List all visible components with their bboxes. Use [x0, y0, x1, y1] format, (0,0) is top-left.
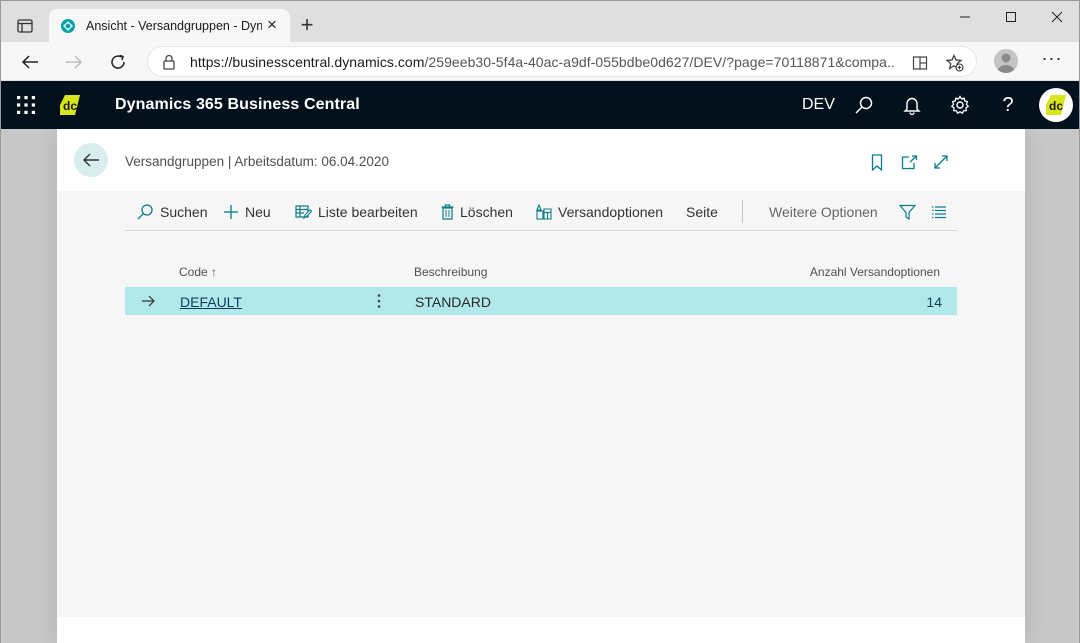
url-text: https://businesscentral.dynamics.com/259… — [190, 54, 896, 70]
search-button[interactable]: Suchen — [136, 203, 207, 221]
window-close-icon[interactable] — [1044, 7, 1070, 27]
more-options-label: Weitere Optionen — [769, 204, 878, 220]
immersive-reader-icon[interactable] — [910, 53, 930, 73]
favorite-add-icon[interactable] — [945, 53, 965, 73]
cell-count[interactable]: 14 — [926, 294, 942, 310]
delete-button[interactable]: Löschen — [441, 203, 513, 221]
edit-list-icon — [295, 205, 312, 220]
back-nav-icon[interactable] — [18, 50, 42, 74]
delete-label: Löschen — [460, 204, 513, 220]
shipping-options-button[interactable]: Versandoptionen — [536, 203, 663, 221]
column-header-count[interactable]: Anzahl Versandoptionen — [810, 265, 940, 279]
page-footer — [57, 617, 1025, 643]
url-host: https://businesscentral.dynamics.com — [190, 54, 425, 70]
user-avatar[interactable]: dc — [1039, 88, 1073, 122]
grid-header: Code ↑ Beschreibung Anzahl Versandoption… — [125, 259, 957, 287]
url-input[interactable]: https://businesscentral.dynamics.com/259… — [147, 46, 977, 77]
page-header: Versandgruppen | Arbeitsdatum: 06.04.202… — [57, 129, 1025, 191]
app-title[interactable]: Dynamics 365 Business Central — [115, 96, 360, 114]
url-path: /259eeb30-5f4a-40ac-a9df-055bdbe0d627/DE… — [424, 54, 896, 70]
tab-close-icon[interactable]: × — [264, 16, 280, 33]
column-header-code[interactable]: Code ↑ — [179, 265, 217, 279]
table-row[interactable]: DEFAULT STANDARD 14 — [125, 287, 957, 315]
bc-favicon-icon — [61, 18, 75, 33]
page-menu-button[interactable]: Seite — [686, 203, 718, 221]
search-icon[interactable] — [853, 94, 875, 116]
more-options-button[interactable]: Weitere Optionen — [769, 203, 878, 221]
expand-icon[interactable] — [932, 153, 950, 171]
row-menu-icon[interactable] — [373, 292, 385, 310]
column-header-description[interactable]: Beschreibung — [414, 265, 487, 279]
app-launcher-icon[interactable] — [17, 96, 35, 114]
minimize-icon[interactable] — [952, 7, 978, 27]
bell-icon[interactable] — [901, 94, 923, 116]
shipping-options-label: Versandoptionen — [558, 204, 664, 220]
gear-icon[interactable] — [949, 94, 971, 116]
action-divider — [742, 200, 743, 223]
maximize-icon[interactable] — [998, 7, 1024, 27]
plus-icon — [224, 205, 238, 219]
page-menu-label: Seite — [686, 204, 718, 220]
action-bar: Suchen Neu Liste bearbeiten Löschen Vers… — [125, 191, 957, 231]
bookmark-icon[interactable] — [868, 153, 886, 171]
browser-window: Ansicht - Versandgruppen - Dyna × + http… — [0, 0, 1080, 643]
environment-label: DEV — [802, 96, 835, 113]
page-title: Versandgruppen | Arbeitsdatum: 06.04.202… — [125, 154, 389, 169]
trash-icon — [441, 204, 454, 220]
cell-description: STANDARD — [415, 294, 491, 310]
browser-tab-active[interactable]: Ansicht - Versandgruppen - Dyna × — [49, 9, 290, 42]
lock-icon — [163, 54, 175, 70]
list-page: Versandgruppen | Arbeitsdatum: 06.04.202… — [57, 129, 1025, 643]
svg-text:dc: dc — [1049, 99, 1063, 113]
tab-actions-icon[interactable] — [11, 12, 39, 40]
search-icon — [137, 204, 153, 220]
new-tab-icon[interactable]: + — [297, 14, 317, 36]
arrow-left-icon — [83, 153, 99, 167]
cell-code[interactable]: DEFAULT — [180, 294, 242, 310]
shipping-options-icon — [536, 204, 552, 220]
refresh-icon[interactable] — [106, 50, 130, 74]
back-button[interactable] — [74, 143, 108, 177]
user-logo-icon: dc — [1046, 95, 1066, 115]
svg-text:dc: dc — [63, 99, 77, 113]
filter-icon[interactable] — [899, 203, 922, 221]
company-logo-icon: dc — [60, 95, 80, 115]
app-bar: dc Dynamics 365 Business Central DEV ? — [1, 81, 1079, 129]
data-grid: Code ↑ Beschreibung Anzahl Versandoption… — [125, 259, 957, 315]
search-label: Suchen — [160, 204, 208, 220]
address-bar: https://businesscentral.dynamics.com/259… — [1, 42, 1079, 81]
help-icon[interactable]: ? — [997, 94, 1019, 116]
new-label: Neu — [245, 204, 271, 220]
edit-list-button[interactable]: Liste bearbeiten — [295, 203, 418, 221]
profile-avatar[interactable] — [994, 49, 1018, 73]
tab-bar: Ansicht - Versandgruppen - Dyna × + — [1, 1, 1079, 42]
browser-menu-icon[interactable]: ··· — [1041, 49, 1063, 72]
tab-title: Ansicht - Versandgruppen - Dyna — [86, 18, 262, 33]
new-button[interactable]: Neu — [223, 203, 271, 221]
edit-list-label: Liste bearbeiten — [318, 204, 418, 220]
list-view-icon[interactable] — [931, 203, 953, 221]
forward-nav-icon — [62, 50, 86, 74]
arrow-right-icon — [142, 295, 155, 307]
open-new-window-icon[interactable] — [900, 153, 918, 171]
